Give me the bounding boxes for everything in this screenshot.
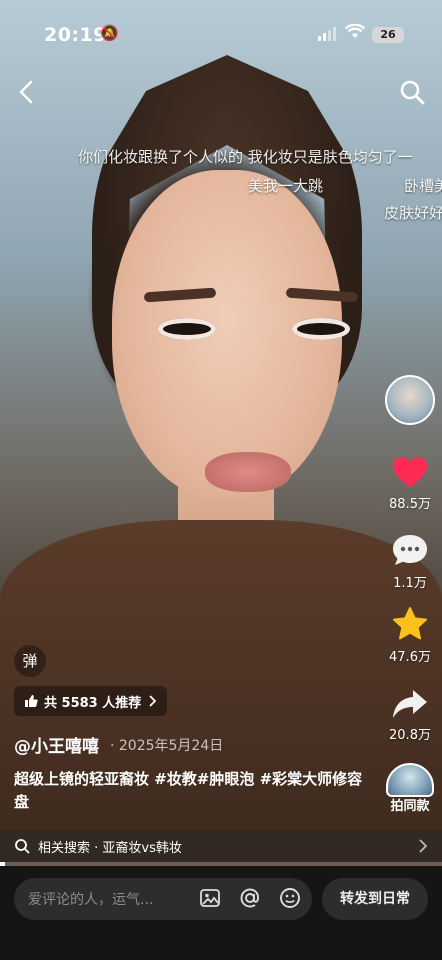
thumbs-up-icon	[25, 695, 38, 707]
favorite-count: 47.6万	[389, 650, 431, 665]
related-search-text: 相关搜索 · 亚裔妆vs韩妆	[38, 840, 182, 856]
share-button[interactable]: 20.8万	[384, 688, 436, 743]
danmu-comment: 美我一大跳	[248, 177, 324, 195]
like-count: 88.5万	[389, 497, 431, 512]
search-icon	[400, 80, 425, 105]
chevron-right-icon	[419, 839, 428, 853]
video-eye-right	[292, 318, 350, 340]
cellular-signal-icon	[318, 27, 336, 41]
video-caption[interactable]: 超级上镜的轻亚裔妆 #妆教#肿眼泡 #彩棠大师修容盘	[14, 768, 364, 814]
favorite-button[interactable]: 47.6万	[384, 606, 436, 665]
video-lips	[205, 452, 291, 492]
heart-icon	[393, 457, 427, 487]
wifi-icon	[344, 23, 366, 45]
comment-count: 1.1万	[393, 576, 427, 591]
recommend-text: 共 5583 人推荐	[44, 695, 142, 711]
chevron-right-icon	[149, 695, 157, 707]
danmu-comment: 你们化妆跟换了个人似的 我化妆只是肤色均匀了一	[78, 148, 413, 166]
image-icon[interactable]	[198, 886, 222, 910]
comment-placeholder: 爱评论的人，运气...	[28, 892, 154, 908]
creator-avatar[interactable]	[385, 375, 435, 425]
share-arrow-icon	[393, 690, 427, 718]
comment-input[interactable]: 爱评论的人，运气...	[14, 878, 312, 920]
comment-bubble-icon	[393, 535, 427, 565]
chevron-left-icon	[19, 80, 33, 104]
emoji-icon[interactable]	[278, 886, 302, 910]
recommend-badge[interactable]: 共 5583 人推荐	[14, 686, 168, 716]
battery-indicator: 26	[372, 27, 404, 43]
post-date: · 2025年5月24日	[110, 738, 224, 754]
silent-bell-icon: 🔕	[100, 24, 119, 42]
share-count: 20.8万	[389, 728, 431, 743]
search-button[interactable]	[398, 78, 426, 106]
status-bar: 20:19 🔕 26	[0, 0, 442, 60]
danmu-comment: 皮肤好好	[384, 204, 442, 222]
related-search-bar[interactable]: 相关搜索 · 亚裔妆vs韩妆	[0, 830, 442, 862]
at-mention-icon[interactable]	[238, 886, 262, 910]
bottom-bar: 爱评论的人，运气... 转发到日常	[0, 866, 442, 960]
comment-button[interactable]: 1.1万	[384, 532, 436, 591]
status-time: 20:19	[44, 24, 107, 46]
back-button[interactable]	[14, 78, 40, 106]
same-style-label[interactable]: 拍同款	[382, 795, 438, 814]
like-button[interactable]: 88.5万	[384, 455, 436, 512]
danmu-comment: 卧槽美	[404, 177, 442, 195]
search-icon	[15, 839, 30, 854]
forward-to-daily-button[interactable]: 转发到日常	[322, 878, 428, 920]
danmu-toggle-button[interactable]: 弹	[14, 645, 46, 677]
video-eye-left	[158, 318, 216, 340]
star-icon	[393, 607, 427, 640]
author-name[interactable]: @小王嘻嘻	[14, 732, 99, 757]
